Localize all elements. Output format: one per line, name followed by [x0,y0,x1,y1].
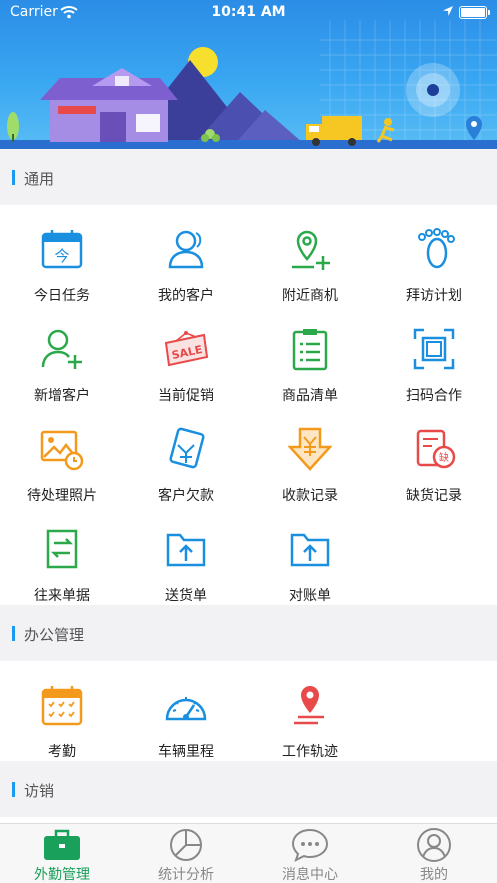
grid-item-customer-debt[interactable]: 客户欠款 [124,405,248,505]
sale-tag-icon: SALE [164,327,209,371]
battery-icon [459,6,490,19]
tab-label: 外勤管理 [34,867,90,883]
grid-item-label: 缺货记录 [406,488,462,504]
grid-item-add-customer[interactable]: 新增客户 [0,305,124,405]
grid-item-label: 商品清单 [282,388,338,404]
photo-clock-icon [40,427,84,471]
grid-item-label: 扫码合作 [406,388,462,404]
grid-item-label: 客户欠款 [158,488,214,504]
location-arrow-icon [442,5,454,21]
grid-item-statement[interactable]: 对账单 [248,505,372,605]
status-bar: Carrier 10:41 AM [0,0,497,26]
grid-item-scan-cooperation[interactable]: 扫码合作 [372,305,496,405]
grid-item-label: 我的客户 [158,288,214,304]
add-user-icon [40,327,84,371]
office-grid: 考勤 车辆里程 工作轨迹 [0,661,497,761]
tab-label: 消息中心 [282,867,338,883]
grid-item-product-list[interactable]: 商品清单 [248,305,372,405]
grid-item-nearby-opportunities[interactable]: 附近商机 [248,205,372,305]
grid-item-label: 待处理照片 [27,488,97,504]
svg-text:缺: 缺 [439,451,449,464]
grid-item-label: 附近商机 [282,288,338,304]
grid-item-transaction-documents[interactable]: 往来单据 [0,505,124,605]
grid-item-label: 收款记录 [282,488,338,504]
transfer-doc-icon [40,527,84,571]
briefcase-icon [43,828,81,862]
chat-bubble-icon [291,828,329,862]
grid-item-label: 往来单据 [34,588,90,604]
clipboard-list-icon [288,327,332,371]
bottom-tab-bar: 外勤管理 统计分析 消息中心 我的 [0,823,497,883]
nearby-location-icon [288,227,332,271]
status-time: 10:41 AM [211,4,286,20]
grid-item-current-promotions[interactable]: SALE 当前促销 [124,305,248,405]
grid-item-label: 对账单 [289,588,331,604]
footprint-icon [412,227,456,271]
grid-item-label: 送货单 [165,588,207,604]
grid-item-payment-records[interactable]: 收款记录 [248,405,372,505]
attendance-calendar-icon [40,683,84,727]
grid-item-label: 车辆里程 [158,744,214,760]
grid-item-pending-photos[interactable]: 待处理照片 [0,405,124,505]
tab-messages[interactable]: 消息中心 [248,824,372,883]
grid-item-label: 工作轨迹 [282,744,338,760]
section-marker [12,170,15,185]
tab-label: 统计分析 [158,867,214,883]
grid-item-vehicle-mileage[interactable]: 车辆里程 [124,661,248,761]
section-marker [12,626,15,641]
tab-label: 我的 [420,867,448,883]
grid-item-today-tasks[interactable]: 今 今日任务 [0,205,124,305]
section-title: 访销 [24,782,55,800]
grid-item-label: 新增客户 [34,388,90,404]
tab-field-management[interactable]: 外勤管理 [0,824,124,883]
statement-folder-icon [288,527,332,571]
grid-item-visit-plan[interactable]: 拜访计划 [372,205,496,305]
svg-text:今: 今 [54,247,69,265]
section-header-visit-sales: 访销 [0,761,497,817]
shortage-icon: 缺 [412,427,456,471]
tab-mine[interactable]: 我的 [372,824,496,883]
general-grid: 今 今日任务 我的客户 附近商机 拜访计划 新增客户 SALE 当前促销 商品清… [0,205,497,605]
section-header-office: 办公管理 [0,605,497,661]
calendar-today-icon: 今 [40,227,84,271]
grid-item-label: 当前促销 [158,388,214,404]
speedometer-icon [164,683,208,727]
section-header-general: 通用 [0,149,497,205]
section-title: 办公管理 [24,626,85,644]
yen-download-icon [287,427,333,471]
section-title: 通用 [24,170,55,188]
track-pin-icon [288,683,332,727]
tab-statistics[interactable]: 统计分析 [124,824,248,883]
scan-icon [412,327,456,371]
delivery-folder-icon [164,527,208,571]
customers-icon [164,227,208,271]
grid-item-work-track[interactable]: 工作轨迹 [248,661,372,761]
grid-item-delivery-note[interactable]: 送货单 [124,505,248,605]
grid-item-label: 考勤 [48,744,76,760]
grid-item-attendance[interactable]: 考勤 [0,661,124,761]
grid-item-label: 今日任务 [34,288,90,304]
grid-item-shortage-records[interactable]: 缺 缺货记录 [372,405,496,505]
grid-item-label: 拜访计划 [406,288,462,304]
header-banner: Carrier 10:41 AM [0,0,497,149]
section-marker [12,782,15,797]
pie-chart-icon [167,828,205,862]
debt-icon [164,427,208,471]
profile-icon [415,828,453,862]
grid-item-my-customers[interactable]: 我的客户 [124,205,248,305]
